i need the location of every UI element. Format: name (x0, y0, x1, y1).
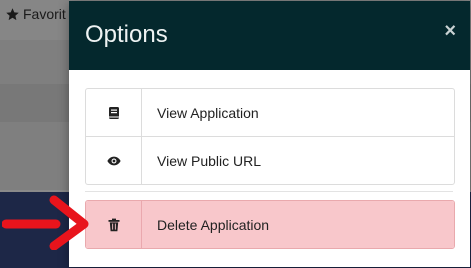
modal-header: Options × (69, 1, 470, 70)
modal-title: Options (85, 21, 168, 48)
view-public-url-label: View Public URL (157, 152, 262, 169)
eye-icon (86, 137, 142, 184)
red-arrow-annotation (2, 195, 89, 250)
delete-application-button[interactable]: Delete Application (86, 201, 454, 248)
book-icon (86, 89, 142, 136)
options-modal: Options × View Application View Public U… (69, 1, 470, 267)
star-icon (5, 7, 20, 22)
favorites-label: Favorit (23, 6, 66, 22)
trash-icon (86, 201, 142, 248)
options-list: View Application View Public URL (85, 88, 455, 185)
favorites-link[interactable]: Favorit (5, 6, 66, 22)
close-icon[interactable]: × (444, 19, 456, 43)
view-public-url-button[interactable]: View Public URL (86, 136, 454, 184)
danger-options-list: Delete Application (85, 200, 455, 249)
delete-application-label: Delete Application (157, 216, 270, 233)
view-application-label: View Application (157, 104, 259, 121)
view-application-button[interactable]: View Application (86, 89, 454, 136)
options-divider (85, 191, 453, 192)
